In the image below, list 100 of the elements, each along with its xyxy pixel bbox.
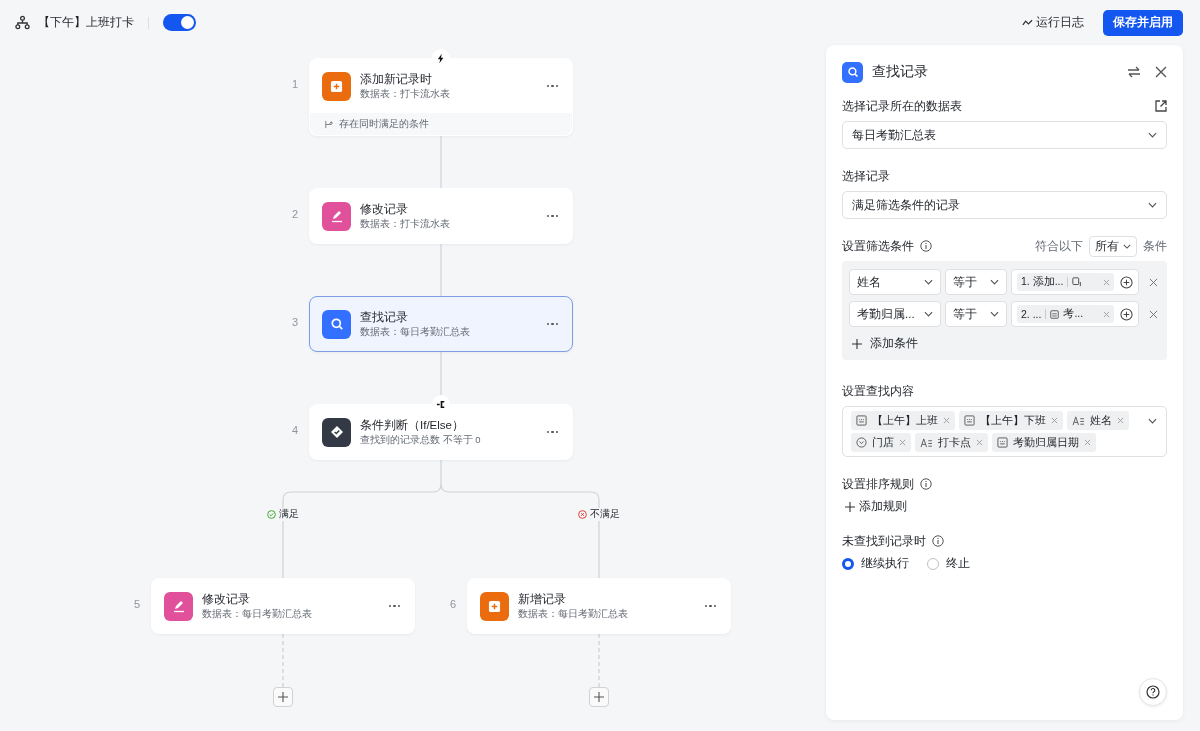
match-suffix: 条件 xyxy=(1143,238,1167,254)
text-field-icon xyxy=(920,437,933,448)
record-select[interactable]: 满足筛选条件的记录 xyxy=(842,191,1167,219)
node-title: 添加新记录时 xyxy=(360,72,433,87)
calendar-icon xyxy=(964,415,975,426)
node-subtitle: 数据表：打卡流水表 xyxy=(360,217,451,230)
chevron-down-icon xyxy=(1123,243,1131,249)
field-label: 设置查找内容 xyxy=(842,383,914,399)
save-button[interactable]: 保存并启用 xyxy=(1103,9,1183,36)
field-tag: 打卡点 xyxy=(915,433,988,452)
node-title: 查找记录 xyxy=(360,310,409,325)
plus-icon xyxy=(594,692,604,702)
add-condition-link[interactable]: 添加条件 xyxy=(849,333,1160,354)
add-step-button[interactable] xyxy=(273,687,293,707)
field-label: 选择记录 xyxy=(842,168,890,184)
node-card[interactable]: 修改记录 数据表：打卡流水表 xyxy=(309,188,573,244)
chevron-down-icon xyxy=(990,311,999,317)
remove-icon[interactable] xyxy=(976,439,983,446)
remove-icon[interactable] xyxy=(1103,278,1110,286)
chevron-down-icon[interactable] xyxy=(1148,418,1157,424)
radio-option[interactable]: 终止 xyxy=(927,556,970,571)
pencil-icon xyxy=(322,201,351,231)
add-step-button[interactable] xyxy=(589,687,609,707)
step-number: 6 xyxy=(450,598,457,610)
x-circle-icon xyxy=(578,510,587,519)
node-subtitle: 数据表：打卡流水表 xyxy=(360,87,451,100)
info-icon xyxy=(932,535,944,547)
panel-title: 查找记录 xyxy=(872,63,928,81)
run-log-link[interactable]: 运行日志 xyxy=(1022,14,1084,31)
value-field[interactable]: 1. 添加... xyxy=(1011,269,1139,295)
pencil-icon xyxy=(164,591,193,621)
value-field[interactable]: 2. ... 考... xyxy=(1011,301,1139,327)
branch-label: 不满足 xyxy=(590,508,620,521)
node-card[interactable]: 条件判断（If/Else） 查找到的记录总数 不等于 0 xyxy=(309,404,573,460)
plus-icon xyxy=(845,501,855,512)
search-icon xyxy=(322,309,351,339)
plus-icon xyxy=(278,692,288,702)
field-select[interactable]: 姓名 xyxy=(849,269,941,295)
table-select[interactable]: 每日考勤汇总表 xyxy=(842,121,1167,149)
enable-toggle[interactable] xyxy=(163,14,196,31)
remove-icon[interactable] xyxy=(943,417,950,424)
plus-square-icon xyxy=(480,591,509,621)
help-button[interactable] xyxy=(1139,678,1167,706)
node-card[interactable]: 添加新记录时 数据表：打卡流水表 存在同时满足的条件 xyxy=(309,58,573,136)
external-link-icon[interactable] xyxy=(1155,100,1167,112)
calendar-icon xyxy=(997,437,1008,448)
node-card[interactable]: 修改记录 数据表：每日考勤汇总表 xyxy=(151,578,415,634)
add-circle-icon[interactable] xyxy=(1120,307,1133,321)
remove-icon[interactable] xyxy=(1117,417,1124,424)
delete-icon[interactable] xyxy=(1149,309,1158,319)
add-circle-icon[interactable] xyxy=(1120,275,1133,289)
operator-select[interactable]: 等于 xyxy=(945,301,1007,327)
plus-square-icon xyxy=(322,71,351,101)
remove-icon[interactable] xyxy=(899,439,906,446)
node-subtitle: 查找到的记录总数 不等于 0 xyxy=(360,433,482,446)
swap-icon[interactable] xyxy=(1127,66,1141,78)
chevron-down-icon xyxy=(1148,132,1157,138)
remove-icon[interactable] xyxy=(1103,310,1110,318)
node-subtitle: 数据表：每日考勤汇总表 xyxy=(202,607,313,620)
field-select[interactable]: 考勤归属... xyxy=(849,301,941,327)
node-title: 修改记录 xyxy=(202,592,251,607)
field-tag: 姓名 xyxy=(1067,411,1129,430)
remove-icon[interactable] xyxy=(1051,417,1058,424)
match-select[interactable]: 所有 xyxy=(1089,235,1137,257)
field-tag: 考勤归属日期 xyxy=(992,433,1096,452)
node-card[interactable]: 查找记录 数据表：每日考勤汇总表 xyxy=(309,296,573,352)
step-number: 1 xyxy=(292,78,299,90)
delete-icon[interactable] xyxy=(1149,277,1158,287)
workflow-icon xyxy=(15,15,30,30)
match-prefix: 符合以下 xyxy=(1035,238,1083,254)
condition-note: 存在同时满足的条件 xyxy=(339,117,429,131)
field-tag: 【上午】上班 xyxy=(851,411,955,430)
node-title: 修改记录 xyxy=(360,202,409,217)
node-title: 新增记录 xyxy=(518,592,567,607)
close-icon[interactable] xyxy=(1155,66,1167,78)
value-chip: 2. ... 考... xyxy=(1017,305,1114,323)
trend-icon xyxy=(1022,18,1033,27)
operator-select[interactable]: 等于 xyxy=(945,269,1007,295)
diamond-check-icon xyxy=(322,417,351,447)
node-card[interactable]: 新增记录 数据表：每日考勤汇总表 xyxy=(467,578,731,634)
field-label: 设置排序规则 xyxy=(842,476,914,492)
remove-icon[interactable] xyxy=(1084,439,1091,446)
value-chip: 1. 添加... xyxy=(1017,273,1114,291)
info-icon xyxy=(920,240,932,252)
text-field-icon xyxy=(1072,415,1085,426)
step-number: 4 xyxy=(292,424,299,436)
field-label: 未查找到记录时 xyxy=(842,533,926,549)
node-title: 条件判断（If/Else） xyxy=(360,418,465,433)
radio-option[interactable]: 继续执行 xyxy=(842,556,909,571)
content-select[interactable]: 【上午】上班 【上午】下班 姓名 门店 打卡点 考勤归属日期 xyxy=(842,406,1167,457)
step-number: 5 xyxy=(134,598,141,610)
info-icon xyxy=(920,478,932,490)
search-icon xyxy=(842,61,863,83)
field-label: 设置筛选条件 xyxy=(842,238,914,254)
branch-label: 满足 xyxy=(279,508,299,521)
node-subtitle: 数据表：每日考勤汇总表 xyxy=(360,325,471,338)
add-rule-link[interactable]: 添加规则 xyxy=(845,499,1167,514)
calendar-icon xyxy=(856,415,867,426)
workflow-title: 【下午】上班打卡 xyxy=(38,14,134,31)
chevron-down-icon xyxy=(924,311,933,317)
